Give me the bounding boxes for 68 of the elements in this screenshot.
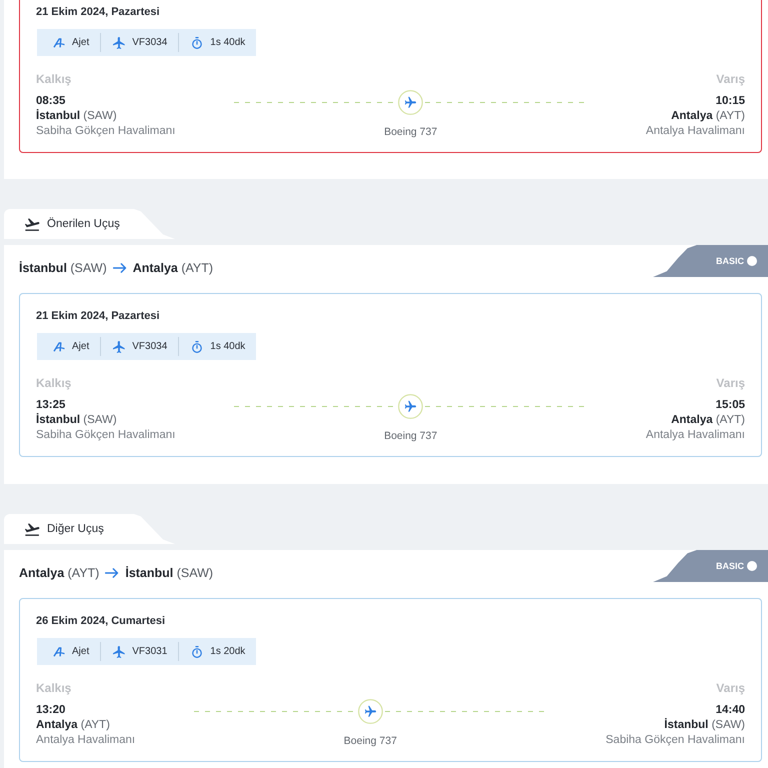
flight-card[interactable]: 21 Ekim 2024, Pazartesi Ajet VF3034 1s 40dk Kalkış 13:25 İstanbul (SAW) Sabiha Gökçen Havalimanı Boeing 737 Varış 15:05 Antalya (AYT) Antalya Havalimanı [19,293,762,457]
arrival-airport: Antalya Havalimanı [646,124,745,139]
route-destination: İstanbul (SAW) [125,566,214,580]
airline-name: Ajet [72,36,90,48]
aircraft-type: Boeing 737 [384,429,438,443]
flight-card[interactable]: 26 Ekim 2024, Cumartesi Ajet VF3031 1s 20dk Kalkış 13:20 Antalya (AYT) Antalya Havalimanı Boeing 737 Varış 14:40 İstanbul (SAW) Sabiha Gökçen Havalimanı [19,598,762,762]
circle-icon [747,256,757,266]
stopwatch-icon [191,36,204,48]
airplane-takeoff-icon [25,522,40,536]
departure-city: Antalya (AYT) [36,718,110,733]
arrival-city: Antalya (AYT) [671,413,745,428]
logo-icon [53,646,65,658]
logo-icon [53,36,65,48]
aircraft-type: Boeing 737 [384,125,438,139]
arrival-time: 15:05 [716,398,745,413]
arrival-city: İstanbul (SAW) [664,718,745,733]
departure-city: İstanbul (SAW) [36,413,117,428]
airline-name: Ajet [72,340,90,352]
flight-date: 21 Ekim 2024, Pazartesi [36,309,161,323]
arrival-airport: Antalya Havalimanı [646,428,745,443]
airplane-icon [398,394,424,419]
arrival-airport: Sabiha Gökçen Havalimanı [606,733,745,748]
departure-airport: Sabiha Gökçen Havalimanı [36,428,176,443]
flight-number: VF3031 [132,646,168,658]
arrival-label: Varış [716,680,745,696]
arrival-city: Antalya (AYT) [671,109,745,124]
flight-duration: 1s 40dk [210,36,246,48]
airline-name: Ajet [72,646,90,658]
flight-number: VF3034 [132,340,168,352]
arrow-icon [112,263,127,273]
departure-time: 13:20 [36,703,66,718]
fare-label: BASIC [716,560,744,572]
flight-card[interactable]: 21 Ekim 2024, Pazartesi Ajet VF3034 1s 40dk Kalkış 08:35 İstanbul (SAW) Sabiha Gökçen Havalimanı Boeing 737 Varış 10:15 Antalya (AYT) Antalya Havalimanı [19,0,762,153]
flight-duration: 1s 20dk [210,646,246,658]
arrow-icon [105,568,120,578]
flight-number: VF3034 [132,36,168,48]
flight-date: 21 Ekim 2024, Pazartesi [36,5,161,19]
departure-airport: Antalya Havalimanı [36,733,136,748]
route-origin: İstanbul (SAW) [19,261,107,275]
airplane-icon [113,36,126,48]
section-title: Önerilen Uçuş [47,217,120,231]
airplane-icon [113,340,126,352]
airplane-icon [113,646,126,658]
stopwatch-icon [191,646,204,658]
departure-label: Kalkış [36,680,72,696]
departure-time: 08:35 [36,94,66,109]
airplane-icon [398,90,424,115]
flight-date: 26 Ekim 2024, Cumartesi [36,614,166,628]
route-destination: Antalya (AYT) [132,261,214,275]
logo-icon [53,340,65,352]
aircraft-type: Boeing 737 [344,734,397,748]
arrival-time: 14:40 [716,703,745,718]
departure-label: Kalkış [36,71,72,87]
fare-label: BASIC [716,256,744,266]
airplane-icon [358,699,383,724]
departure-airport: Sabiha Gökçen Havalimanı [36,124,176,139]
departure-label: Kalkış [36,375,72,391]
arrival-time: 10:15 [716,94,745,109]
departure-city: İstanbul (SAW) [36,109,117,124]
arrival-label: Varış [716,375,745,391]
arrival-label: Varış [716,71,745,87]
section-title: Diğer Uçuş [47,522,104,536]
flight-duration: 1s 40dk [210,340,246,352]
airplane-takeoff-icon [25,218,40,230]
departure-time: 13:25 [36,398,66,413]
route-origin: Antalya (AYT) [19,566,100,580]
circle-icon [747,561,757,571]
stopwatch-icon [191,340,204,352]
